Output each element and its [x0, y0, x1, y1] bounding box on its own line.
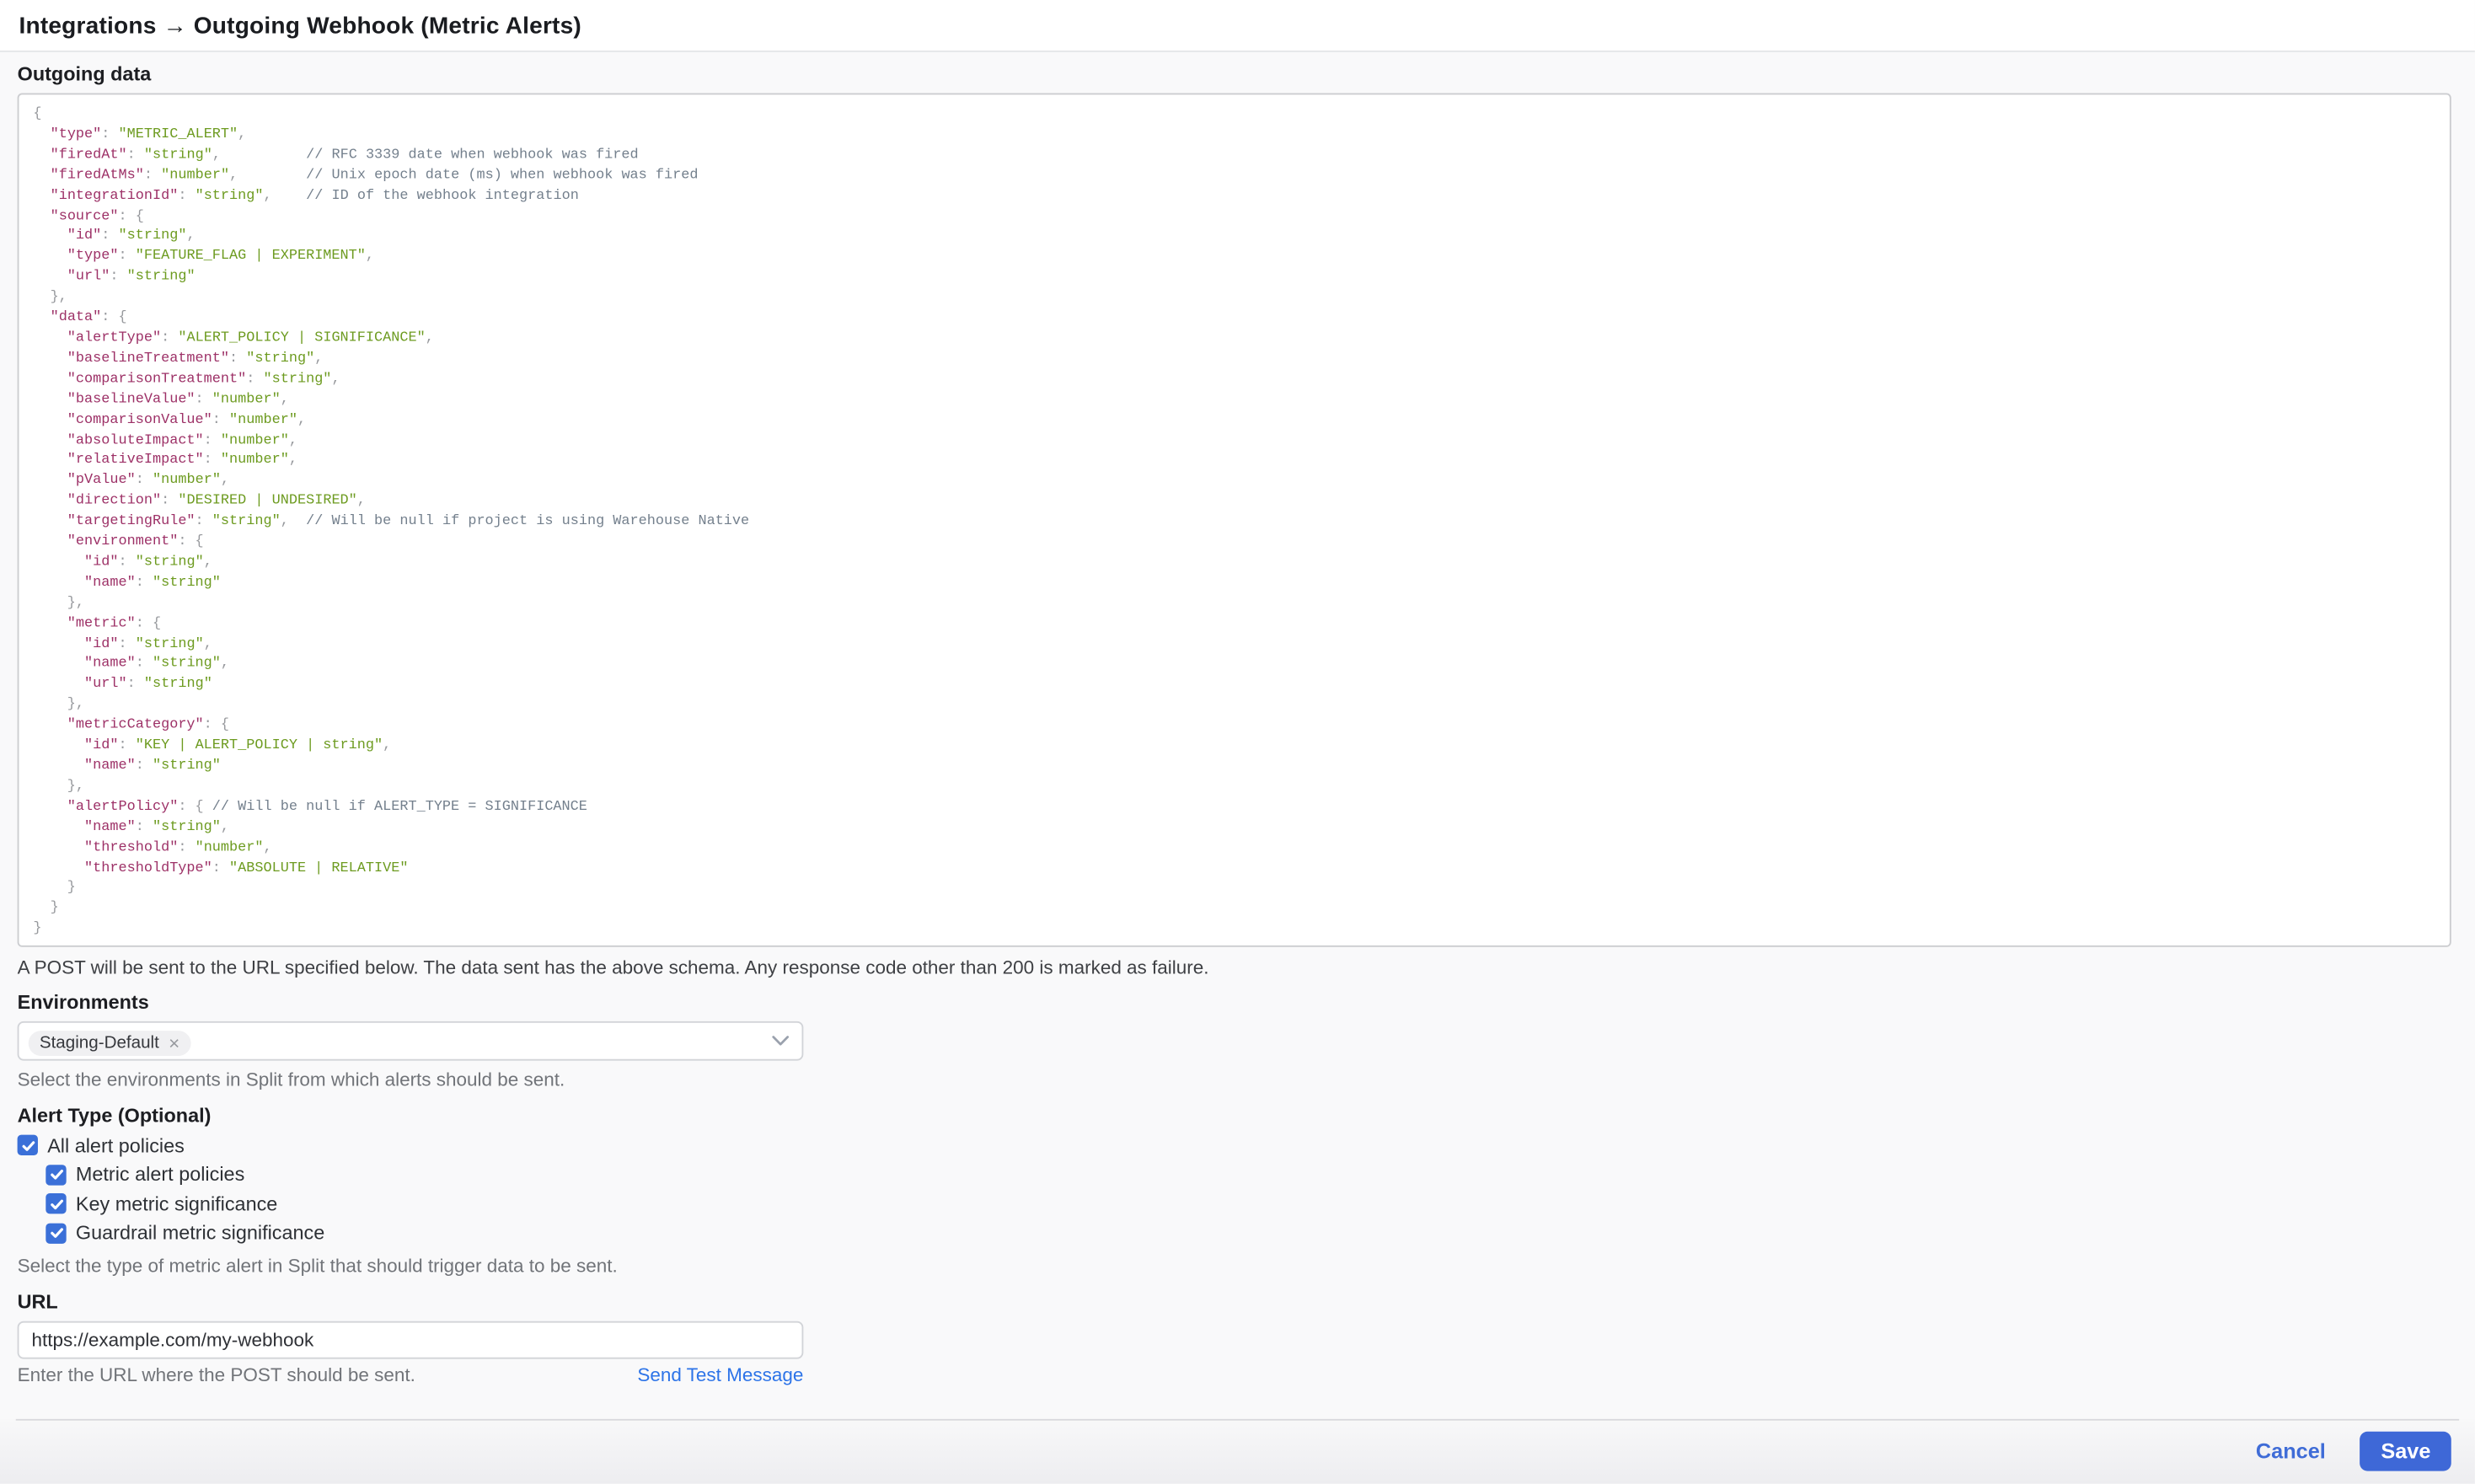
environment-chip[interactable]: Staging-Default × [29, 1030, 191, 1055]
save-button[interactable]: Save [2360, 1432, 2451, 1471]
cancel-button[interactable]: Cancel [2256, 1439, 2326, 1463]
footer-bar: Cancel Save [0, 1419, 2475, 1484]
alert-type-helper: Select the type of metric alert in Split… [18, 1256, 2451, 1276]
url-helper: Enter the URL where the POST should be s… [18, 1364, 415, 1385]
webhook-settings-panel: Outgoing data { "type": "METRIC_ALERT", … [0, 52, 2475, 1385]
checkbox[interactable] [46, 1193, 66, 1213]
check-icon [48, 1166, 64, 1182]
send-test-message-link[interactable]: Send Test Message [637, 1363, 803, 1385]
alert-option-key-metric-significance[interactable]: Key metric significance [46, 1193, 2451, 1213]
environments-helper: Select the environments in Split from wh… [18, 1070, 2451, 1090]
alert-option-guardrail-metric-significance[interactable]: Guardrail metric significance [46, 1223, 2451, 1243]
footer-divider [16, 1419, 2459, 1421]
alert-option-all-alert-policies[interactable]: All alert policies [18, 1135, 2451, 1155]
page-title: Integrations → Outgoing Webhook (Metric … [19, 12, 581, 39]
chevron-down-icon [772, 1036, 790, 1047]
selected-environments: Staging-Default × [29, 1026, 191, 1055]
alert-option-label: Metric alert policies [76, 1163, 244, 1185]
alert-type-label: Alert Type (Optional) [18, 1105, 2451, 1128]
alert-option-metric-alert-policies[interactable]: Metric alert policies [46, 1164, 2451, 1184]
alert-option-label: Guardrail metric significance [76, 1222, 324, 1244]
check-icon [48, 1196, 64, 1212]
remove-chip-icon[interactable]: × [169, 1033, 179, 1052]
outgoing-schema-code: { "type": "METRIC_ALERT", "firedAt": "st… [33, 105, 749, 936]
check-icon [48, 1224, 64, 1240]
alert-option-label: Key metric significance [76, 1192, 277, 1214]
url-label: URL [18, 1290, 2451, 1314]
outgoing-schema-codeblock: { "type": "METRIC_ALERT", "firedAt": "st… [18, 94, 2451, 947]
check-icon [19, 1137, 35, 1153]
url-input[interactable] [18, 1321, 804, 1358]
environment-chip-label: Staging-Default [40, 1033, 159, 1052]
alert-option-label: All alert policies [47, 1134, 185, 1156]
environments-select[interactable]: Staging-Default × [18, 1021, 804, 1061]
checkbox[interactable] [18, 1135, 38, 1155]
outgoing-data-label: Outgoing data [18, 63, 2451, 87]
app-window: Integrations → Outgoing Webhook (Metric … [0, 0, 2475, 1484]
url-helper-row: Enter the URL where the POST should be s… [18, 1363, 804, 1385]
post-schema-note: A POST will be sent to the URL specified… [18, 956, 2451, 978]
environments-label: Environments [18, 991, 2451, 1015]
checkbox[interactable] [46, 1223, 66, 1243]
page-header: Integrations → Outgoing Webhook (Metric … [0, 0, 2475, 52]
alert-type-options: All alert policies Metric alert policies K… [18, 1135, 2451, 1243]
checkbox[interactable] [46, 1164, 66, 1184]
